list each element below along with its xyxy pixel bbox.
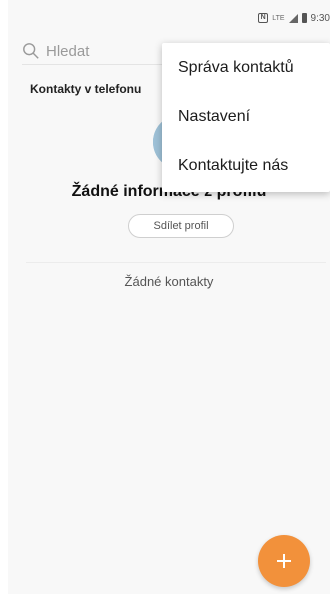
signal-icon — [288, 13, 298, 23]
overflow-menu: Správa kontaktů Nastavení Kontaktujte ná… — [162, 43, 330, 192]
menu-item-contact-us[interactable]: Kontaktujte nás — [162, 141, 330, 190]
search-input[interactable]: Hledat — [46, 43, 89, 60]
section-header: Kontakty v telefonu — [30, 82, 142, 96]
lte-indicator: LTE — [272, 14, 285, 22]
share-profile-button[interactable]: Sdílet profil — [128, 214, 234, 238]
nfc-icon: N — [258, 13, 269, 23]
add-contact-button[interactable] — [258, 535, 310, 587]
search-icon — [23, 43, 39, 59]
menu-item-settings[interactable]: Nastavení — [162, 92, 330, 141]
divider — [26, 262, 326, 263]
menu-item-manage-contacts[interactable]: Správa kontaktů — [162, 43, 330, 92]
empty-contacts-text: Žádné kontakty — [124, 274, 214, 289]
plus-icon — [277, 554, 291, 568]
clock: 9:30 — [310, 12, 330, 24]
status-bar: N LTE 9:30 — [258, 10, 330, 26]
battery-icon — [301, 13, 307, 23]
